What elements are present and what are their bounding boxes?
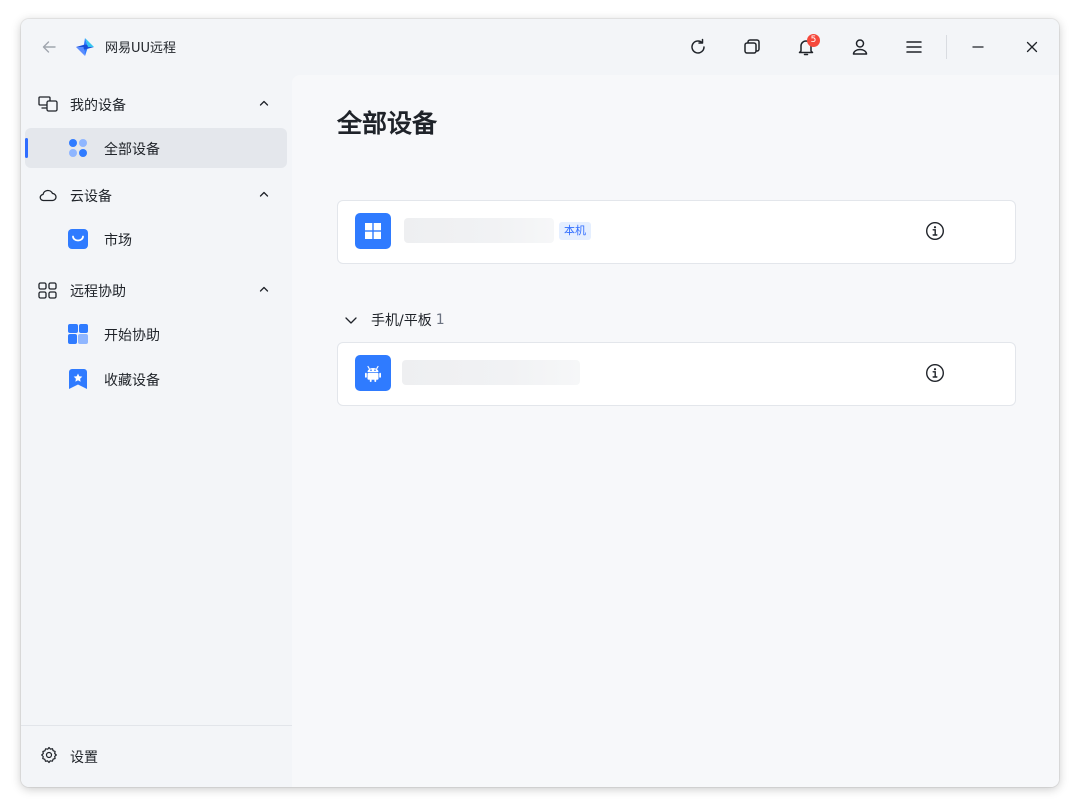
sidebar-divider [21,725,292,726]
this-device-tag: 本机 [559,222,591,240]
back-button[interactable] [37,35,61,59]
info-icon[interactable] [925,363,945,383]
sidebar-group-cloud-devices[interactable]: 云设备 [21,177,292,213]
section-count: 1 [435,312,445,328]
minimize-icon [972,46,984,48]
sidebar-item-label: 市场 [104,233,132,249]
notifications-button[interactable]: 5 [792,33,820,61]
sidebar-group-label: 我的设备 [70,98,126,114]
settings-label: 设置 [70,750,98,766]
multi-window-button[interactable] [738,33,766,61]
gear-icon [41,746,57,764]
remote-assist-icon [38,282,57,299]
device-name-redacted [404,218,554,243]
sidebar: 我的设备 全部设备 云设备 市场 远程协助 开始协助 收藏设备 设置 [21,75,292,787]
app-logo [73,35,97,59]
section-header-mobile[interactable]: 手机/平板 1 [343,308,445,332]
device-card-mobile[interactable] [337,342,1016,406]
sidebar-group-remote-assist[interactable]: 远程协助 [21,272,292,308]
sidebar-group-my-devices[interactable]: 我的设备 [21,86,292,122]
info-icon[interactable] [925,221,945,241]
page-title: 全部设备 [337,109,438,138]
sidebar-item-label: 收藏设备 [104,373,160,389]
user-icon [852,39,868,55]
sidebar-group-label: 云设备 [70,189,112,205]
chevron-up-icon [259,100,269,106]
start-assist-icon [68,324,88,344]
sidebar-item-market[interactable]: 市场 [25,219,287,259]
menu-button[interactable] [900,33,928,61]
arrow-left-icon [42,41,56,53]
app-window: 网易UU远程 5 我的设备 全部设备 云设备 市场 远程协助 开始协助 收藏设备… [21,19,1059,787]
section-label: 手机/平板 [371,313,432,329]
sidebar-item-label: 全部设备 [104,142,160,158]
chevron-up-icon [259,191,269,197]
active-indicator [25,138,28,158]
devices-icon [38,96,58,112]
close-icon [1026,41,1038,53]
refresh-icon [691,38,705,54]
chevron-up-icon [259,286,269,292]
device-card-computer[interactable]: 本机 [337,200,1016,264]
shopping-bag-icon [68,229,88,249]
app-title: 网易UU远程 [105,41,177,56]
hamburger-menu-icon [906,41,922,53]
sidebar-item-favorite-devices[interactable]: 收藏设备 [25,359,287,399]
device-name-redacted [402,360,580,385]
windows-stack-icon [744,39,760,54]
refresh-button[interactable] [684,33,712,61]
account-button[interactable] [846,33,874,61]
sidebar-item-label: 开始协助 [104,328,160,344]
sidebar-group-label: 远程协助 [70,284,126,300]
title-bar: 网易UU远程 5 [21,19,1059,75]
main-content: 全部设备 电脑 1 本机 [292,75,1059,787]
bookmark-star-icon [69,369,87,389]
close-button[interactable] [1018,33,1046,61]
windows-icon [355,213,391,249]
notification-badge: 5 [807,34,820,47]
cloud-icon [39,189,57,202]
sidebar-item-settings[interactable]: 设置 [21,738,292,774]
grid-dots-icon [69,139,87,157]
sidebar-item-start-assist[interactable]: 开始协助 [25,314,287,354]
sidebar-item-all-devices[interactable]: 全部设备 [25,128,287,168]
titlebar-divider [946,35,947,59]
chevron-down-icon [345,317,357,324]
android-icon [355,355,391,391]
minimize-button[interactable] [964,33,992,61]
